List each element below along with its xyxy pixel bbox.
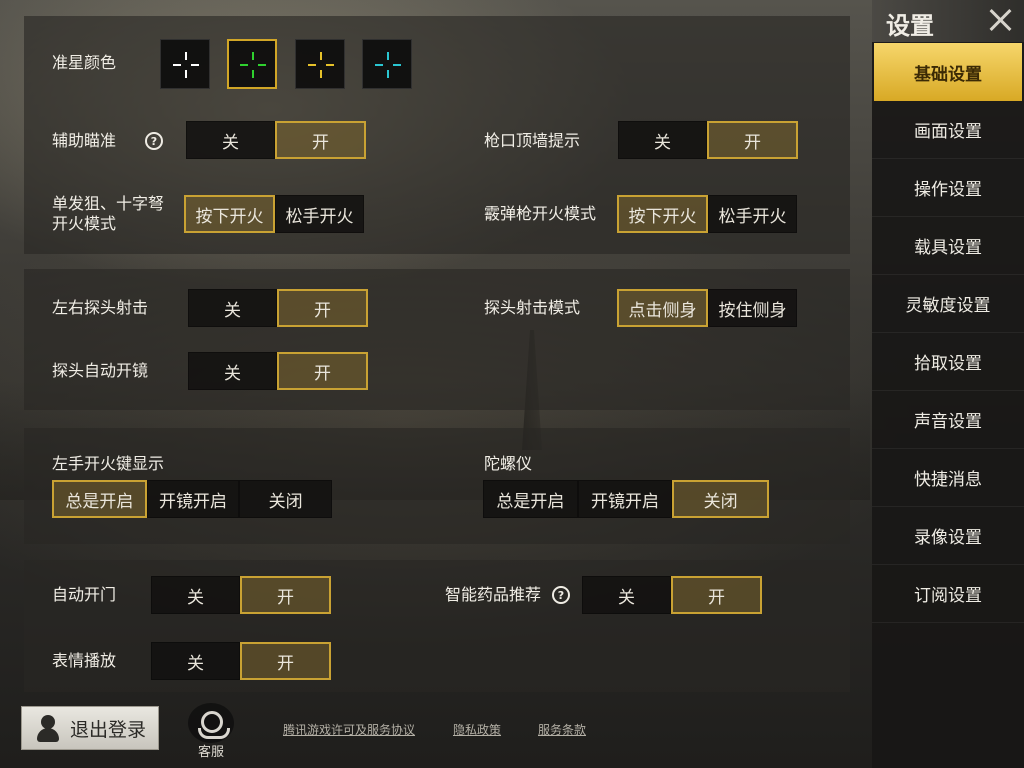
sidebar-item-basic[interactable]: 基础设置 bbox=[874, 43, 1022, 101]
sidebar-item-quick-message[interactable]: 快捷消息 bbox=[872, 449, 1024, 507]
settings-sidebar: 设置 基础设置 画面设置 操作设置 载具设置 灵敏度设置 拾取设置 声音设置 快… bbox=[872, 0, 1024, 768]
privacy-link[interactable]: 隐私政策 bbox=[453, 721, 501, 738]
peek-mode-label: 探头射击模式 bbox=[484, 298, 581, 317]
headset-icon bbox=[188, 703, 234, 743]
logout-button[interactable]: 退出登录 bbox=[21, 706, 159, 750]
peek-fire-label: 左右探头射击 bbox=[52, 298, 149, 317]
aim-assist-on-button[interactable]: 开 bbox=[275, 121, 366, 159]
crosshair-swatch-white[interactable] bbox=[160, 39, 210, 89]
single-fire-mode: 按下开火 松手开火 bbox=[184, 195, 364, 233]
gyro-scope-button[interactable]: 开镜开启 bbox=[577, 480, 673, 518]
auto-door-off-button[interactable]: 关 bbox=[151, 576, 240, 614]
sidebar-item-sensitivity[interactable]: 灵敏度设置 bbox=[872, 275, 1024, 333]
sidebar-item-vehicle[interactable]: 载具设置 bbox=[872, 217, 1024, 275]
shotgun-fire-mode: 按下开火 松手开火 bbox=[617, 195, 797, 233]
sidebar-item-controls[interactable]: 操作设置 bbox=[872, 159, 1024, 217]
emote-on-button[interactable]: 开 bbox=[240, 642, 331, 680]
emote-off-button[interactable]: 关 bbox=[151, 642, 240, 680]
logout-label: 退出登录 bbox=[70, 718, 147, 741]
peek-scope-off-button[interactable]: 关 bbox=[188, 352, 277, 390]
single-fire-label: 单发狙、十字弩开火模式 bbox=[52, 194, 165, 233]
crosshair-swatch-cyan[interactable] bbox=[362, 39, 412, 89]
user-icon bbox=[36, 714, 60, 742]
peek-mode-select: 点击侧身 按住侧身 bbox=[617, 289, 797, 327]
sidebar-item-replay[interactable]: 录像设置 bbox=[872, 507, 1024, 565]
sidebar-item-graphics[interactable]: 画面设置 bbox=[872, 101, 1024, 159]
crosshair-icon bbox=[173, 52, 199, 78]
license-link[interactable]: 腾讯游戏许可及服务协议 bbox=[283, 721, 415, 738]
gyro-off-button[interactable]: 关闭 bbox=[672, 480, 770, 518]
single-fire-press-button[interactable]: 按下开火 bbox=[184, 195, 275, 233]
peek-mode-tap-button[interactable]: 点击侧身 bbox=[617, 289, 708, 327]
sidebar-header: 设置 bbox=[872, 0, 1024, 42]
peek-scope-label: 探头自动开镜 bbox=[52, 361, 149, 380]
left-fire-select: 总是开启 开镜开启 关闭 bbox=[52, 480, 333, 518]
sidebar-item-pickup[interactable]: 拾取设置 bbox=[872, 333, 1024, 391]
crosshair-icon bbox=[375, 52, 401, 78]
gyro-always-button[interactable]: 总是开启 bbox=[483, 480, 578, 518]
gyro-select: 总是开启 开镜开启 关闭 bbox=[483, 480, 770, 518]
close-icon[interactable] bbox=[986, 6, 1014, 34]
smart-med-off-button[interactable]: 关 bbox=[582, 576, 671, 614]
muzzle-wall-off-button[interactable]: 关 bbox=[618, 121, 707, 159]
crosshair-swatch-green[interactable] bbox=[227, 39, 277, 89]
aim-assist-off-button[interactable]: 关 bbox=[186, 121, 275, 159]
smart-med-toggle: 关 开 bbox=[582, 576, 762, 614]
shotgun-fire-label: 霰弹枪开火模式 bbox=[484, 204, 597, 223]
sidebar-item-subscribe[interactable]: 订阅设置 bbox=[872, 565, 1024, 623]
emote-toggle: 关 开 bbox=[151, 642, 331, 680]
left-fire-scope-button[interactable]: 开镜开启 bbox=[146, 480, 240, 518]
customer-service-label: 客服 bbox=[197, 745, 224, 760]
peek-scope-toggle: 关 开 bbox=[188, 352, 368, 390]
crosshair-icon bbox=[240, 52, 266, 78]
auto-door-toggle: 关 开 bbox=[151, 576, 331, 614]
single-fire-release-button[interactable]: 松手开火 bbox=[275, 195, 364, 233]
customer-service-button[interactable]: 客服 bbox=[186, 703, 236, 760]
peek-fire-off-button[interactable]: 关 bbox=[188, 289, 277, 327]
smart-med-label: 智能药品推荐 bbox=[445, 585, 542, 604]
auto-door-on-button[interactable]: 开 bbox=[240, 576, 331, 614]
shotgun-fire-release-button[interactable]: 松手开火 bbox=[708, 195, 797, 233]
aim-assist-toggle: 关 开 bbox=[186, 121, 366, 159]
help-icon[interactable]: ? bbox=[145, 132, 163, 150]
gyro-label: 陀螺仪 bbox=[484, 454, 533, 473]
peek-mode-hold-button[interactable]: 按住侧身 bbox=[708, 289, 797, 327]
crosshair-color-label: 准星颜色 bbox=[52, 53, 117, 72]
left-fire-always-button[interactable]: 总是开启 bbox=[52, 480, 147, 518]
sidebar-item-audio[interactable]: 声音设置 bbox=[872, 391, 1024, 449]
auto-door-label: 自动开门 bbox=[52, 585, 117, 604]
peek-fire-on-button[interactable]: 开 bbox=[277, 289, 368, 327]
help-icon[interactable]: ? bbox=[552, 586, 570, 604]
crosshair-swatch-yellow[interactable] bbox=[295, 39, 345, 89]
shotgun-fire-press-button[interactable]: 按下开火 bbox=[617, 195, 708, 233]
crosshair-icon bbox=[308, 52, 334, 78]
peek-scope-on-button[interactable]: 开 bbox=[277, 352, 368, 390]
muzzle-wall-on-button[interactable]: 开 bbox=[707, 121, 798, 159]
aim-assist-label: 辅助瞄准 bbox=[52, 131, 117, 150]
left-fire-label: 左手开火键显示 bbox=[52, 454, 165, 473]
terms-link[interactable]: 服务条款 bbox=[538, 721, 586, 738]
peek-fire-toggle: 关 开 bbox=[188, 289, 368, 327]
settings-title: 设置 bbox=[886, 12, 934, 40]
left-fire-off-button[interactable]: 关闭 bbox=[239, 480, 333, 518]
muzzle-wall-toggle: 关 开 bbox=[618, 121, 798, 159]
smart-med-on-button[interactable]: 开 bbox=[671, 576, 762, 614]
muzzle-wall-label: 枪口顶墙提示 bbox=[484, 131, 581, 150]
emote-label: 表情播放 bbox=[52, 651, 117, 670]
